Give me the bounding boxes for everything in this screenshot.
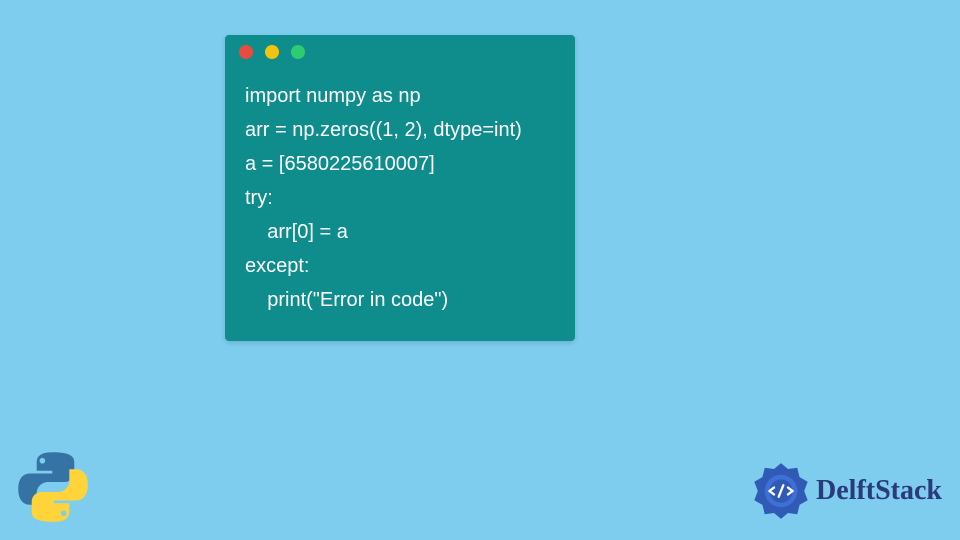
maximize-icon (291, 45, 305, 59)
code-window: import numpy as np arr = np.zeros((1, 2)… (225, 35, 575, 341)
code-line: arr[0] = a (245, 215, 555, 249)
code-line: arr = np.zeros((1, 2), dtype=int) (245, 113, 555, 147)
close-icon (239, 45, 253, 59)
code-line: print("Error in code") (245, 283, 555, 317)
brand-badge-icon (752, 462, 810, 520)
code-line: import numpy as np (245, 79, 555, 113)
python-logo-icon (14, 448, 92, 526)
brand: DelftStack (752, 462, 942, 520)
code-body: import numpy as np arr = np.zeros((1, 2)… (225, 69, 575, 341)
window-titlebar (225, 35, 575, 69)
code-line: a = [6580225610007] (245, 147, 555, 181)
code-line: except: (245, 249, 555, 283)
brand-name: DelftStack (816, 475, 942, 507)
code-line: try: (245, 181, 555, 215)
minimize-icon (265, 45, 279, 59)
